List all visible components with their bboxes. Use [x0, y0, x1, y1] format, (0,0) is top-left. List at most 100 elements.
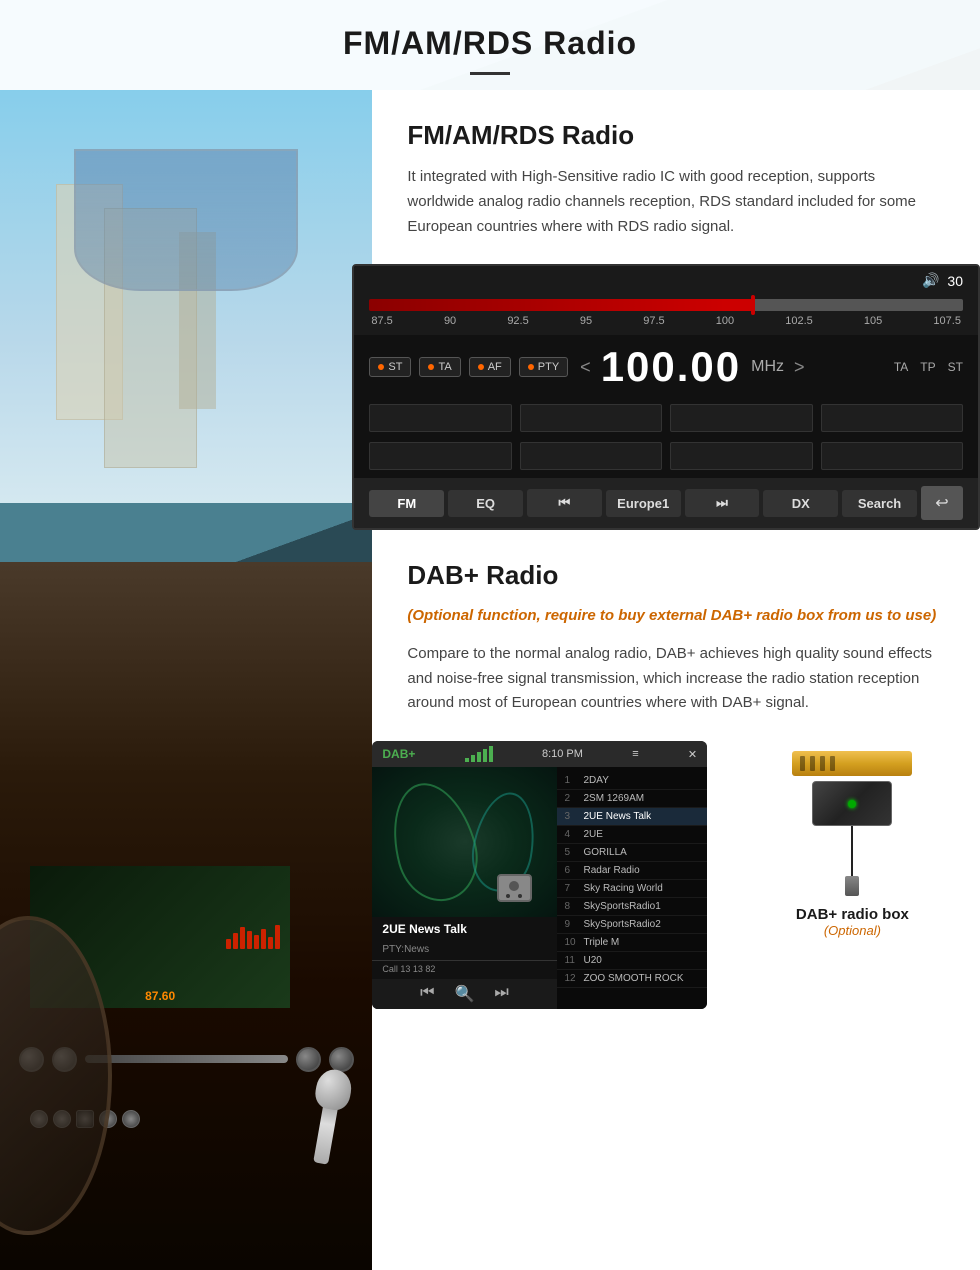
list-item[interactable]: 7Sky Racing World — [557, 880, 708, 898]
list-item[interactable]: 11U20 — [557, 952, 708, 970]
btn-dx[interactable]: DX — [763, 490, 838, 517]
dab-section-description: Compare to the normal analog radio, DAB+… — [407, 642, 945, 716]
btn-fm[interactable]: FM — [369, 490, 444, 517]
freq-right-arrow[interactable]: > — [794, 357, 805, 378]
dab-box-column: DAB+ radio box (Optional) — [725, 741, 980, 1029]
btn-eq[interactable]: EQ — [448, 490, 523, 517]
preset-8[interactable] — [821, 442, 963, 470]
preset-6[interactable] — [520, 442, 662, 470]
knob-3[interactable] — [296, 1047, 321, 1072]
dab-optional-text: (Optional function, require to buy exter… — [407, 605, 945, 628]
preset-4[interactable] — [821, 404, 963, 432]
dab-time: 8:10 PM — [542, 748, 583, 760]
freq-display: < 100.00 MHz > — [580, 343, 882, 391]
radio-slider-area[interactable]: 87.59092.59597.5100102.5105107.5 — [354, 295, 978, 335]
list-item[interactable]: 12ZOO SMOOTH ROCK — [557, 970, 708, 988]
list-item[interactable]: 32UE News Talk — [557, 808, 708, 826]
pin-hole-2 — [810, 756, 815, 771]
preset-5[interactable] — [369, 442, 511, 470]
dab-box-body — [812, 781, 892, 826]
signal-bar-3 — [477, 752, 481, 762]
list-item[interactable]: 12DAY — [557, 772, 708, 790]
pin-hole-4 — [830, 756, 835, 771]
fm-section-title: FM/AM/RDS Radio — [407, 120, 945, 151]
freq-left-arrow[interactable]: < — [580, 357, 591, 378]
fm-section-description: It integrated with High-Sensitive radio … — [407, 165, 945, 239]
freq-nav: < 100.00 MHz > — [580, 343, 882, 391]
list-item[interactable]: 10Triple M — [557, 934, 708, 952]
page-title: FM/AM/RDS Radio — [20, 25, 960, 62]
mode-btn-ta[interactable]: TA — [419, 357, 460, 377]
dab-playback-controls: ⏮ 🔍 ⏭ — [372, 979, 556, 1009]
frequency-slider[interactable] — [369, 299, 963, 311]
volume-icon: 🔊 — [922, 272, 939, 289]
signal-bar-1 — [465, 758, 469, 762]
mode-btn-st[interactable]: ST — [369, 357, 411, 377]
label-st: ST — [948, 360, 963, 374]
volume-number: 30 — [947, 273, 963, 289]
dab-pty: PTY:News — [372, 941, 556, 960]
gear-knob — [313, 1067, 354, 1112]
dab-section: DAB+ Radio (Optional function, require t… — [372, 530, 980, 741]
dab-usb-connector — [792, 751, 912, 776]
list-item[interactable]: 22SM 1269AM — [557, 790, 708, 808]
dab-close-icon[interactable]: ✕ — [688, 748, 697, 761]
list-item[interactable]: 42UE — [557, 826, 708, 844]
btn-next[interactable]: ⏭ — [685, 489, 760, 517]
fm-section: FM/AM/RDS Radio It integrated with High-… — [372, 90, 980, 264]
radio-bottom-bar: FM EQ ⏮ Europe1 ⏭ DX Search ↩ — [354, 478, 978, 528]
dab-signal — [465, 746, 493, 762]
dab-box-sublabel: (Optional) — [745, 923, 960, 938]
dab-label: DAB+ — [382, 747, 415, 761]
radio-artwork-icon — [497, 874, 532, 902]
gear-shift — [313, 1083, 342, 1164]
dab-menu-icon: ≡ — [632, 748, 638, 760]
btn-europe1[interactable]: Europe1 — [606, 490, 681, 517]
dab-station-list: 12DAY 22SM 1269AM 32UE News Talk 42UE 5G… — [557, 767, 708, 1009]
dab-box-indicator — [848, 800, 856, 808]
list-item[interactable]: 6Radar Radio — [557, 862, 708, 880]
frequency-scale: 87.59092.59597.5100102.5105107.5 — [369, 315, 963, 327]
dab-cable — [851, 826, 853, 876]
list-item[interactable]: 8SkySportsRadio1 — [557, 898, 708, 916]
dab-body: 2UE News Talk PTY:News Call 13 13 82 ⏮ 🔍… — [372, 767, 707, 1009]
dab-screen-column: DAB+ 8:10 PM ≡ ✕ — [372, 741, 724, 1029]
slider-thumb — [751, 295, 755, 315]
car-image-area: 87.60 — [0, 90, 372, 1270]
preset-3[interactable] — [670, 404, 812, 432]
radio-controls-row: ST TA AF PTY < 100.00 MHz > — [354, 335, 978, 399]
dab-artwork — [372, 767, 556, 917]
rearview-mirror — [74, 149, 297, 291]
dab-box-visual — [745, 751, 960, 896]
dab-plug — [845, 876, 859, 896]
dab-search-icon[interactable]: 🔍 — [454, 984, 474, 1004]
signal-bar-5 — [489, 746, 493, 762]
radio-right-labels: TA TP ST — [894, 360, 963, 374]
btn-back[interactable]: ↩ — [921, 486, 963, 520]
preset-2[interactable] — [520, 404, 662, 432]
dab-box-label: DAB+ radio box — [745, 906, 960, 923]
preset-1[interactable] — [369, 404, 511, 432]
btn-prev[interactable]: ⏮ — [527, 489, 602, 517]
car-volume-slider[interactable] — [85, 1055, 288, 1063]
radio-presets-2 — [354, 437, 978, 478]
dab-next-btn[interactable]: ⏭ — [494, 984, 508, 1004]
mode-btn-pty[interactable]: PTY — [519, 357, 568, 377]
radio-volume-bar: 🔊 30 — [354, 266, 978, 295]
freq-value: 100.00 — [601, 343, 741, 391]
list-item[interactable]: 5GORILLA — [557, 844, 708, 862]
page-header: FM/AM/RDS Radio — [0, 0, 980, 90]
preset-7[interactable] — [670, 442, 812, 470]
dab-prev-btn[interactable]: ⏮ — [420, 984, 434, 1004]
wave-green — [380, 774, 488, 911]
mode-btn-af[interactable]: AF — [469, 357, 511, 377]
list-item[interactable]: 9SkySportsRadio2 — [557, 916, 708, 934]
freq-unit: MHz — [751, 358, 784, 376]
btn-search[interactable]: Search — [842, 490, 917, 517]
knob-4[interactable] — [329, 1047, 354, 1072]
dab-station-name: 2UE News Talk — [372, 917, 556, 941]
screen-freq-display: 87.60 — [145, 989, 175, 1003]
radio-presets-1 — [354, 399, 978, 437]
label-tp: TP — [920, 360, 935, 374]
pin-hole-1 — [800, 756, 805, 771]
